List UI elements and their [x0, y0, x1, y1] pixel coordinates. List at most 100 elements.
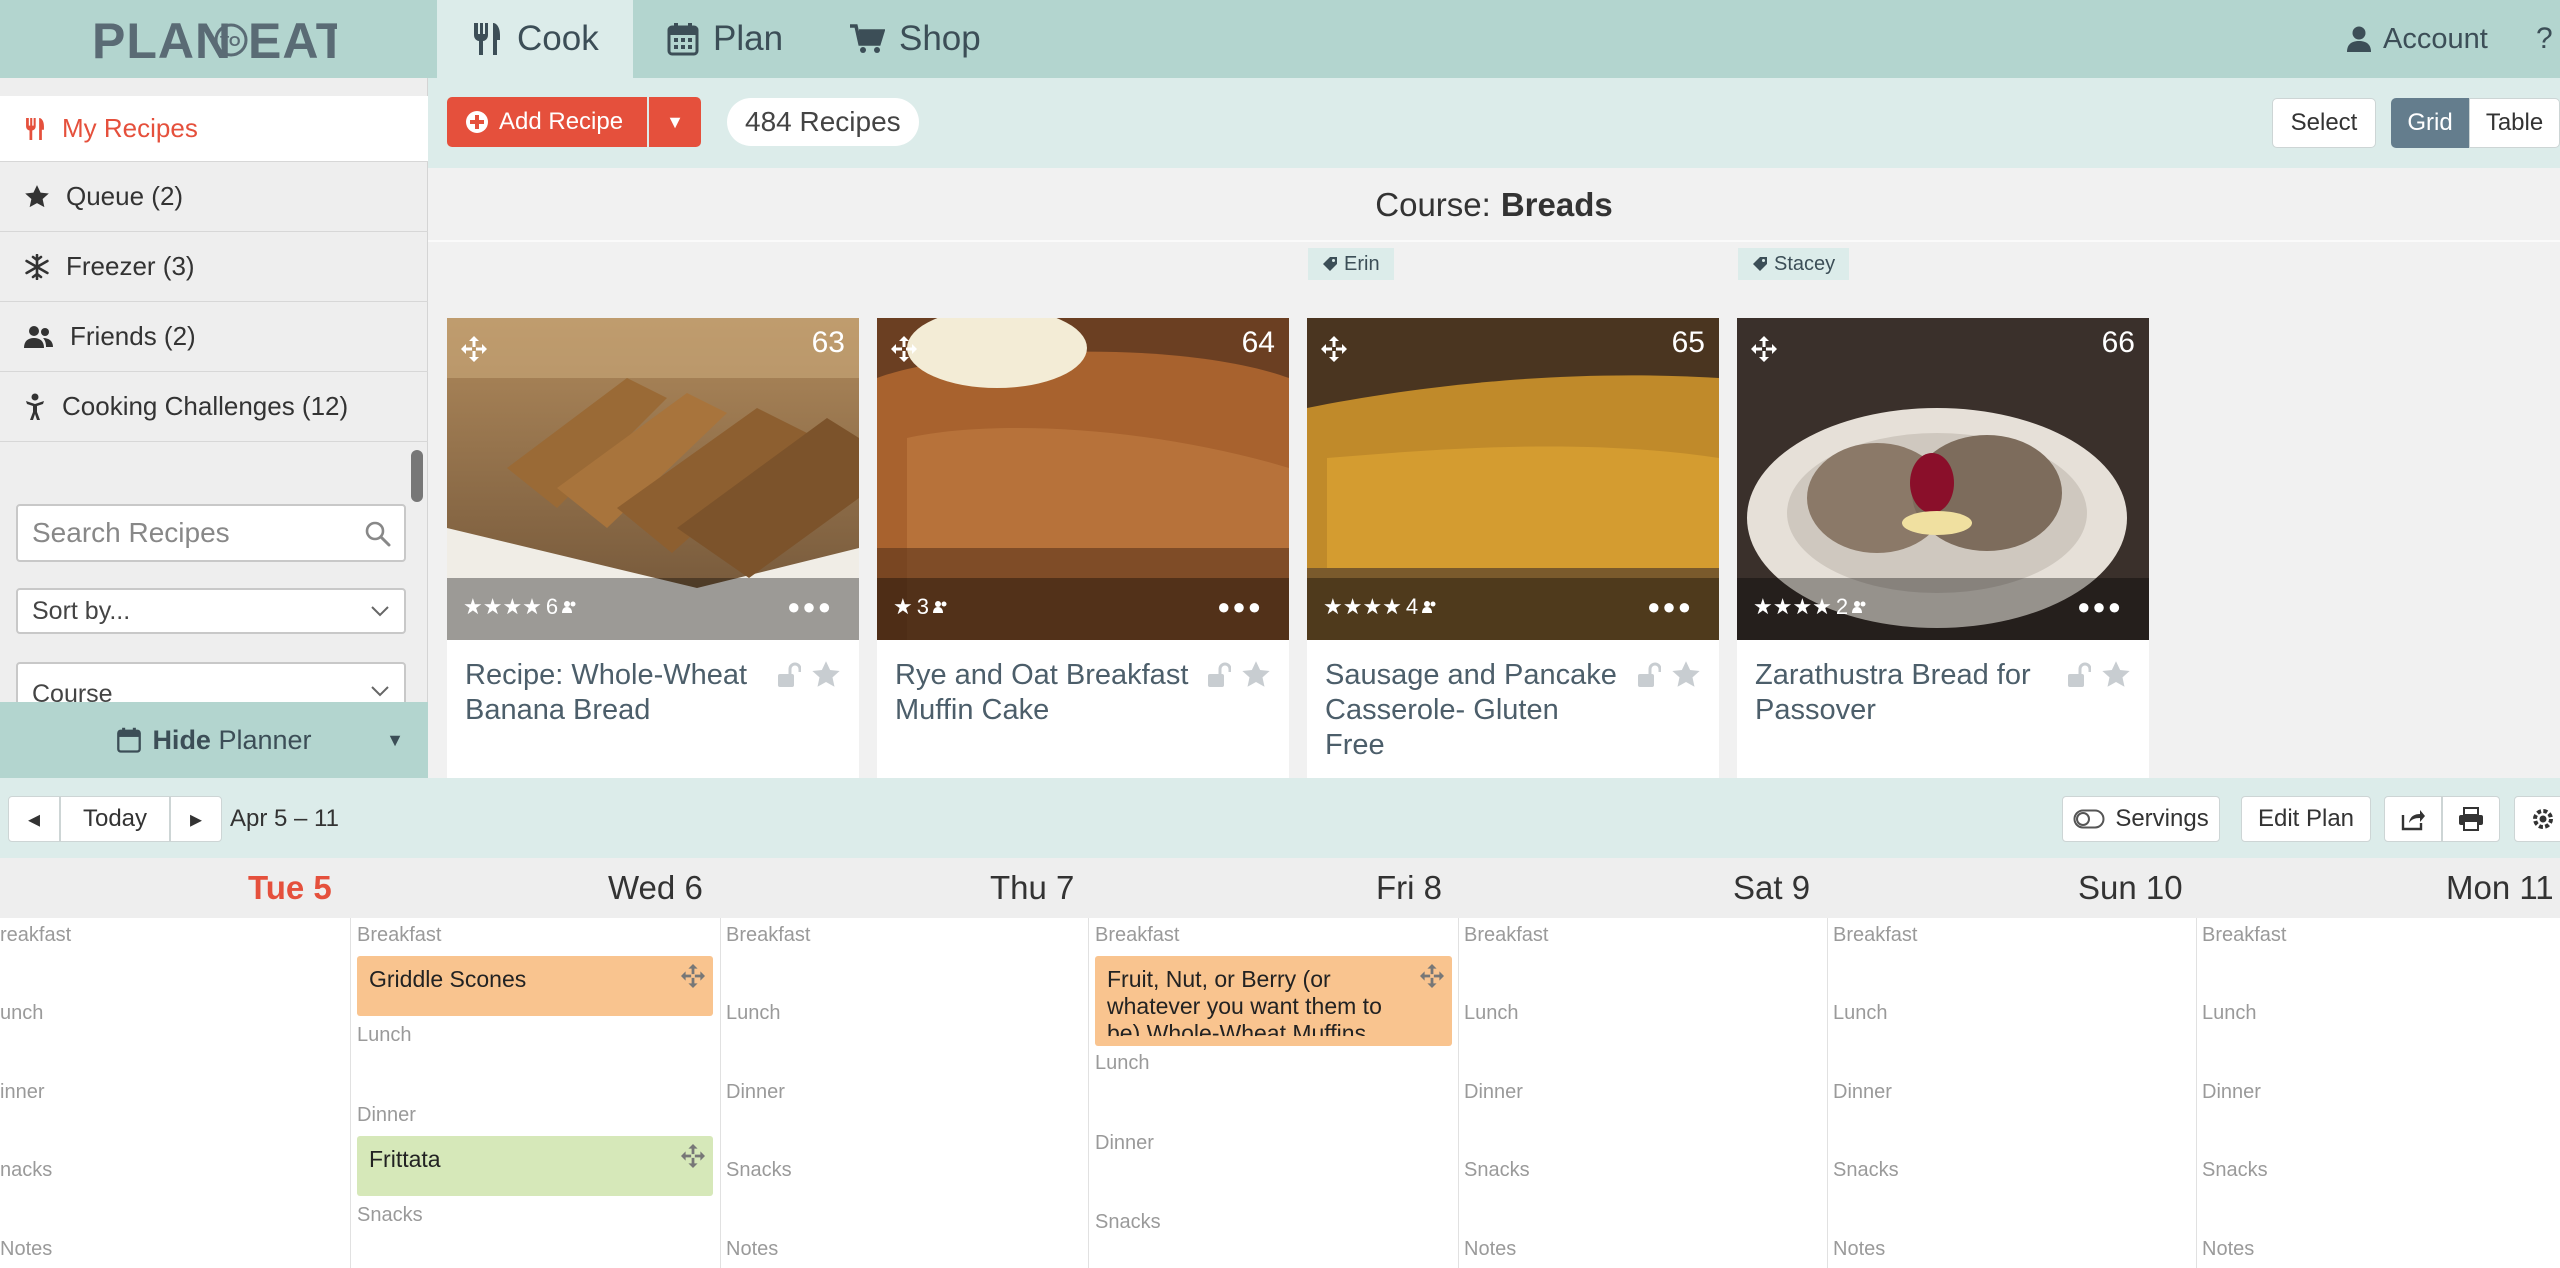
slot-label-dinner[interactable]: Dinner	[2202, 1081, 2261, 1104]
recipe-card[interactable]: 64 ★ 3 ●●● Rye and Oat Breakfast Muffin …	[877, 318, 1289, 778]
more-options-icon[interactable]: ●●●	[1217, 594, 1263, 620]
sidebar-item-my-recipes[interactable]: My Recipes	[0, 96, 428, 162]
unlock-icon[interactable]	[2067, 662, 2091, 688]
more-options-icon[interactable]: ●●●	[2077, 594, 2123, 620]
day-header[interactable]: Fri 8	[1376, 858, 1442, 918]
more-options-icon[interactable]: ●●●	[1647, 594, 1693, 620]
recipe-card[interactable]: 66 ★★★★ 2 ●●● Zarathustra Bread for Pass…	[1737, 318, 2149, 778]
sidebar-item-friends[interactable]: Friends (2)	[0, 302, 428, 372]
slot-label-lunch[interactable]: unch	[0, 1002, 43, 1025]
unlock-icon[interactable]	[1637, 662, 1661, 688]
today-button[interactable]: Today	[60, 796, 170, 842]
slot-label-notes[interactable]: Notes	[1464, 1238, 1516, 1261]
tab-shop[interactable]: Shop	[815, 0, 1015, 78]
favorite-star-icon[interactable]	[1671, 660, 1701, 690]
slot-label-breakfast[interactable]: Breakfast	[1464, 924, 1548, 947]
recipe-card[interactable]: 65 ★★★★ 4 ●●● Sausage and Pancake Casser…	[1307, 318, 1719, 778]
slot-label-snacks[interactable]: Snacks	[357, 1204, 423, 1227]
move-icon[interactable]	[681, 964, 705, 988]
next-week-button[interactable]: ▸	[170, 796, 222, 842]
table-view-button[interactable]: Table	[2469, 98, 2560, 148]
move-icon[interactable]	[681, 1144, 705, 1168]
recipe-card[interactable]: 63 ★★★★ 6 ●●● Recipe: Whole-Wheat Banana…	[447, 318, 859, 778]
previous-week-button[interactable]: ◂	[8, 796, 60, 842]
day-header-today[interactable]: Tue 5	[248, 858, 332, 918]
tab-cook[interactable]: Cook	[437, 0, 633, 78]
slot-label-lunch[interactable]: Lunch	[357, 1024, 412, 1047]
day-header[interactable]: Sat 9	[1733, 858, 1810, 918]
sidebar-item-freezer[interactable]: Freezer (3)	[0, 232, 428, 302]
print-button[interactable]	[2442, 796, 2500, 842]
slot-label-snacks[interactable]: Snacks	[1095, 1211, 1161, 1234]
slot-label-dinner[interactable]: Dinner	[1095, 1132, 1154, 1155]
favorite-star-icon[interactable]	[1241, 660, 1271, 690]
recipe-title[interactable]: Sausage and Pancake Casserole- Gluten Fr…	[1325, 658, 1625, 763]
slot-label-snacks[interactable]: nacks	[0, 1159, 52, 1182]
account-link[interactable]: Account	[2345, 0, 2488, 78]
tab-plan[interactable]: Plan	[633, 0, 815, 78]
move-icon[interactable]	[1751, 336, 1777, 362]
day-header[interactable]: Thu 7	[990, 858, 1074, 918]
slot-label-notes[interactable]: Notes	[1833, 1238, 1885, 1261]
slot-label-lunch[interactable]: Lunch	[1833, 1002, 1888, 1025]
add-recipe-dropdown-button[interactable]: ▼	[649, 97, 701, 147]
slot-label-snacks[interactable]: Snacks	[1833, 1159, 1899, 1182]
move-icon[interactable]	[1420, 964, 1444, 988]
help-button[interactable]: ?	[2536, 0, 2553, 78]
recipe-photo-rye-oat-muffin-cake[interactable]	[877, 318, 1289, 640]
slot-label-breakfast[interactable]: Breakfast	[2202, 924, 2286, 947]
slot-label-breakfast[interactable]: Breakfast	[1095, 924, 1179, 947]
share-button[interactable]	[2384, 796, 2442, 842]
slot-label-dinner[interactable]: Dinner	[357, 1104, 416, 1127]
edit-plan-button[interactable]: Edit Plan	[2241, 796, 2371, 842]
hide-planner-button[interactable]: Hide Planner ▼	[0, 702, 428, 778]
search-icon[interactable]	[364, 520, 392, 548]
slot-label-snacks[interactable]: Snacks	[726, 1159, 792, 1182]
move-icon[interactable]	[1321, 336, 1347, 362]
planned-meal[interactable]: Griddle Scones	[357, 956, 713, 1016]
planner-settings-button[interactable]	[2514, 796, 2560, 842]
slot-label-lunch[interactable]: Lunch	[1095, 1052, 1150, 1075]
plan-to-eat-logo[interactable]: PLAN TO EAT	[92, 10, 337, 70]
day-header[interactable]: Wed 6	[608, 858, 703, 918]
move-icon[interactable]	[891, 336, 917, 362]
unlock-icon[interactable]	[1207, 662, 1231, 688]
slot-label-dinner[interactable]: Dinner	[1833, 1081, 1892, 1104]
sort-by-select[interactable]: Sort by...	[16, 588, 406, 634]
planned-meal[interactable]: Frittata	[357, 1136, 713, 1196]
recipe-photo-sausage-pancake-casserole[interactable]	[1307, 318, 1719, 640]
recipe-title[interactable]: Rye and Oat Breakfast Muffin Cake	[895, 658, 1195, 728]
slot-label-dinner[interactable]: Dinner	[726, 1081, 785, 1104]
sidebar-item-cooking-challenges[interactable]: Cooking Challenges (12)	[0, 372, 428, 442]
day-header[interactable]: Sun 10	[2078, 858, 2183, 918]
select-button[interactable]: Select	[2272, 98, 2376, 148]
more-options-icon[interactable]: ●●●	[787, 594, 833, 620]
slot-label-snacks[interactable]: Snacks	[1464, 1159, 1530, 1182]
slot-label-dinner[interactable]: Dinner	[1464, 1081, 1523, 1104]
slot-label-lunch[interactable]: Lunch	[2202, 1002, 2257, 1025]
search-recipes-input[interactable]: Search Recipes	[16, 504, 406, 562]
slot-label-breakfast[interactable]: Breakfast	[726, 924, 810, 947]
slot-label-breakfast[interactable]: Breakfast	[1833, 924, 1917, 947]
add-recipe-button[interactable]: Add Recipe	[447, 97, 647, 147]
slot-label-snacks[interactable]: Snacks	[2202, 1159, 2268, 1182]
day-header[interactable]: Mon 11	[2446, 858, 2554, 918]
slot-label-breakfast[interactable]: reakfast	[0, 924, 71, 947]
servings-toggle-button[interactable]: Servings	[2062, 796, 2220, 842]
recipe-title[interactable]: Recipe: Whole-Wheat Banana Bread	[465, 658, 765, 728]
slot-label-lunch[interactable]: Lunch	[1464, 1002, 1519, 1025]
slot-label-breakfast[interactable]: Breakfast	[357, 924, 441, 947]
recipe-photo-banana-bread[interactable]	[447, 318, 859, 640]
move-icon[interactable]	[461, 336, 487, 362]
recipe-title[interactable]: Zarathustra Bread for Passover	[1755, 658, 2055, 728]
caret-down-icon[interactable]: ▼	[386, 730, 404, 751]
grid-view-button[interactable]: Grid	[2391, 98, 2469, 148]
slot-label-notes[interactable]: Notes	[2202, 1238, 2254, 1261]
unlock-icon[interactable]	[777, 662, 801, 688]
slot-label-lunch[interactable]: Lunch	[726, 1002, 781, 1025]
favorite-star-icon[interactable]	[2101, 660, 2131, 690]
favorite-star-icon[interactable]	[811, 660, 841, 690]
slot-label-notes[interactable]: Notes	[726, 1238, 778, 1261]
planned-meal[interactable]: Fruit, Nut, or Berry (or whatever you wa…	[1095, 956, 1452, 1046]
slot-label-notes[interactable]: Notes	[0, 1238, 52, 1261]
